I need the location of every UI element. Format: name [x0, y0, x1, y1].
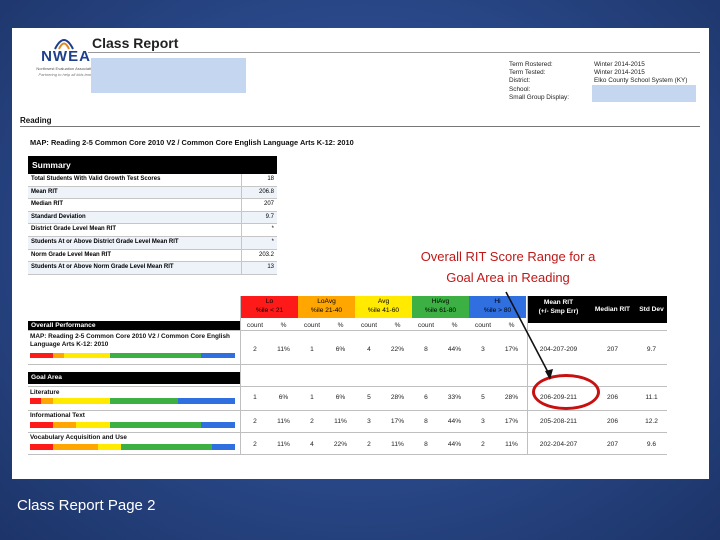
slide-footer: Class Report Page 2 [17, 497, 156, 514]
slide: NWEA Northwest Evaluation Association Pa… [0, 0, 720, 540]
annotation-arrow-icon [505, 291, 553, 380]
